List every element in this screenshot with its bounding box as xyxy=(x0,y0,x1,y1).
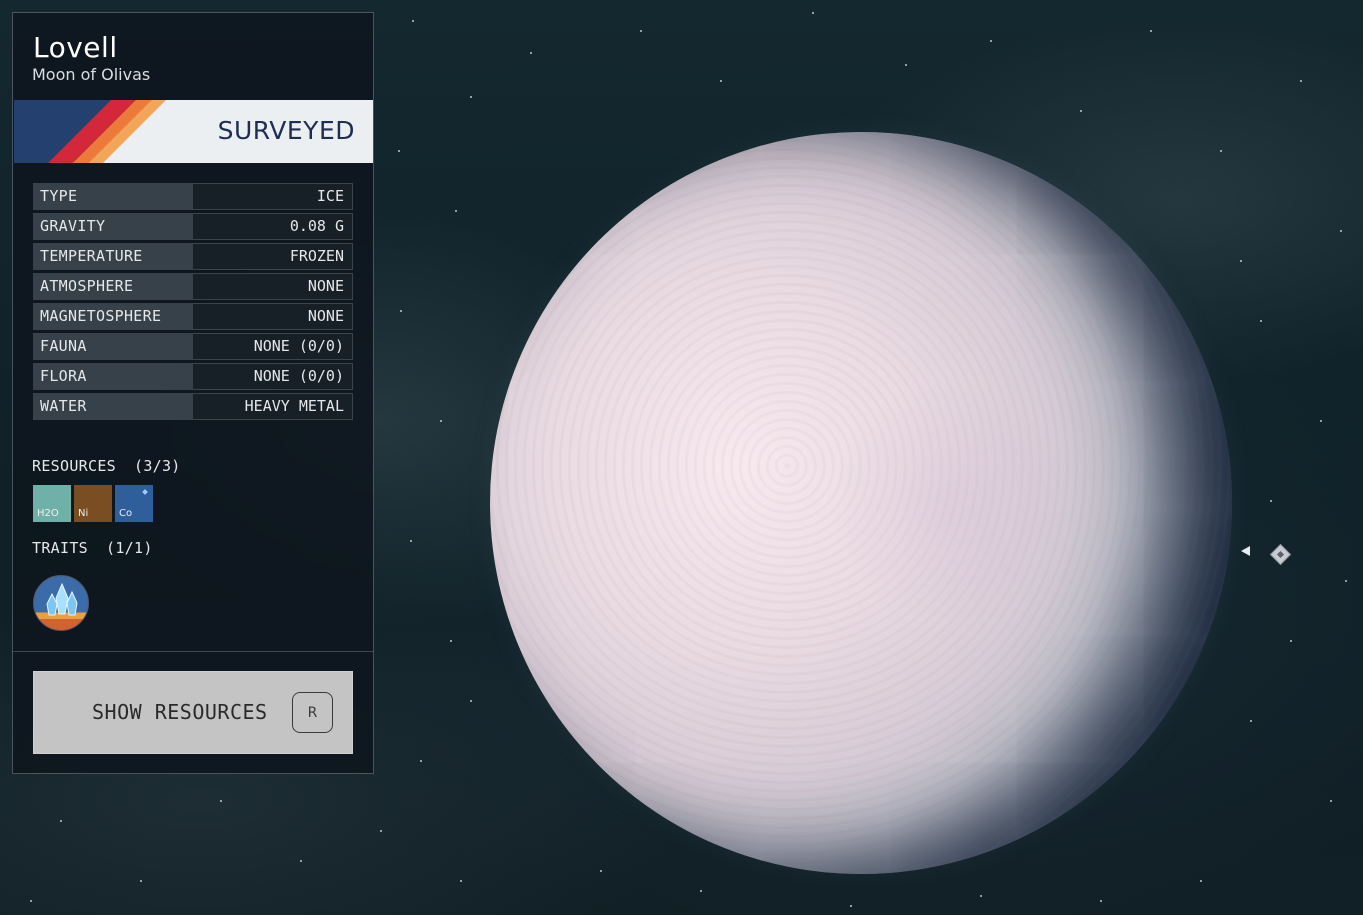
stat-label: GRAVITY xyxy=(33,213,193,240)
show-resources-button[interactable]: SHOW RESOURCES R xyxy=(33,671,353,754)
planet-info-panel: Lovell Moon of Olivas SURVEYED TYPE ICE … xyxy=(12,12,374,774)
planet-name: Lovell xyxy=(33,31,118,64)
resource-tile-h2o[interactable]: H2O xyxy=(33,485,71,522)
crystal-icon xyxy=(46,582,78,616)
stat-row-fauna: FAUNA NONE (0/0) xyxy=(33,333,353,360)
traits-label: TRAITS xyxy=(32,539,88,557)
stat-label: MAGNETOSPHERE xyxy=(33,303,193,330)
crystal-trait-icon[interactable] xyxy=(33,575,89,631)
resources-count: (3/3) xyxy=(133,457,181,475)
panel-divider xyxy=(13,651,373,652)
resources-label: RESOURCES xyxy=(32,457,116,475)
resources-heading: RESOURCES (3/3) xyxy=(32,457,181,475)
stat-value: NONE (0/0) xyxy=(193,363,353,390)
traits-count: (1/1) xyxy=(106,539,153,557)
resource-tile-ni[interactable]: Ni xyxy=(74,485,112,522)
stat-value: 0.08 G xyxy=(193,213,353,240)
traits-heading: TRAITS (1/1) xyxy=(32,539,153,557)
resource-symbol: Co xyxy=(119,508,133,519)
stat-label: TYPE xyxy=(33,183,193,210)
stat-label: WATER xyxy=(33,393,193,420)
orbit-marker-arrow-icon xyxy=(1241,546,1250,556)
planet-lovell-render[interactable] xyxy=(490,132,1232,874)
planet-subtitle: Moon of Olivas xyxy=(32,65,151,84)
stat-value: ICE xyxy=(193,183,353,210)
stat-label: FLORA xyxy=(33,363,193,390)
stat-row-water: WATER HEAVY METAL xyxy=(33,393,353,420)
banner-stripes-icon xyxy=(14,100,174,163)
stat-label: FAUNA xyxy=(33,333,193,360)
survey-status-label: SURVEYED xyxy=(217,116,355,145)
stat-row-magnetosphere: MAGNETOSPHERE NONE xyxy=(33,303,353,330)
stat-label: ATMOSPHERE xyxy=(33,273,193,300)
show-resources-label: SHOW RESOURCES xyxy=(92,700,268,724)
stat-value: NONE xyxy=(193,273,353,300)
stat-value: FROZEN xyxy=(193,243,353,270)
resource-symbol: Ni xyxy=(78,508,89,519)
stat-row-temperature: TEMPERATURE FROZEN xyxy=(33,243,353,270)
resource-symbol: H2O xyxy=(37,508,59,519)
stat-row-atmosphere: ATMOSPHERE NONE xyxy=(33,273,353,300)
stat-row-gravity: GRAVITY 0.08 G xyxy=(33,213,353,240)
survey-status-banner: SURVEYED xyxy=(14,100,373,163)
stat-value: NONE xyxy=(193,303,353,330)
planet-stats-table: TYPE ICE GRAVITY 0.08 G TEMPERATURE FROZ… xyxy=(33,183,353,423)
stat-row-flora: FLORA NONE (0/0) xyxy=(33,363,353,390)
stat-row-type: TYPE ICE xyxy=(33,183,353,210)
resources-list: H2O Ni Co xyxy=(33,485,153,522)
stat-value: NONE (0/0) xyxy=(193,333,353,360)
resource-tile-co[interactable]: Co xyxy=(115,485,153,522)
rare-resource-icon xyxy=(142,489,148,495)
keybind-hint: R xyxy=(292,692,333,733)
stat-label: TEMPERATURE xyxy=(33,243,193,270)
stat-value: HEAVY METAL xyxy=(193,393,353,420)
